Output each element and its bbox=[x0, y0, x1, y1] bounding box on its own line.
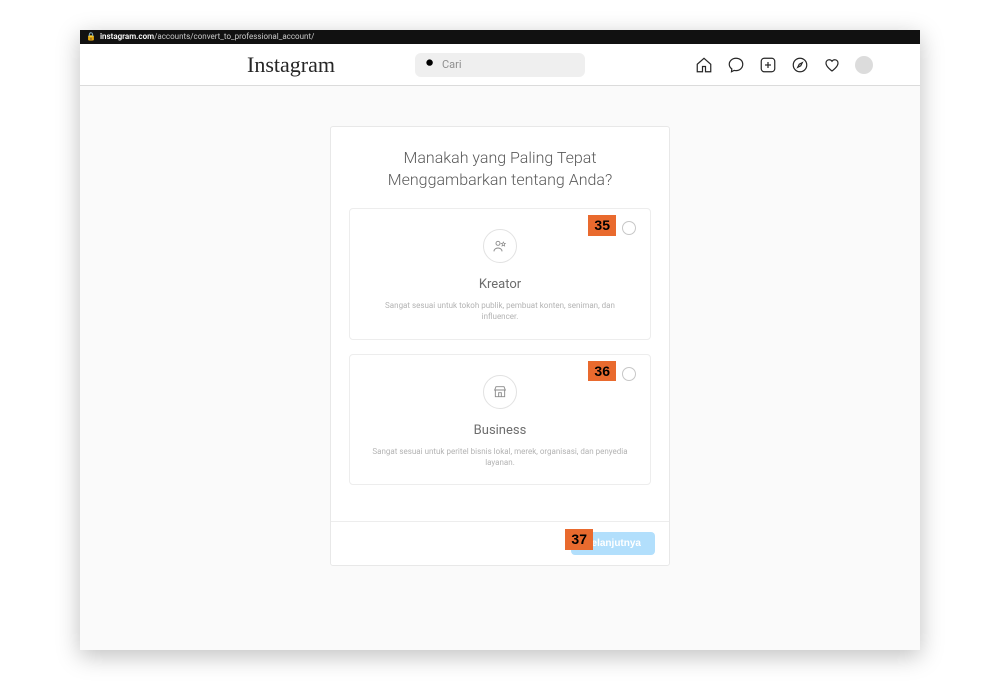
person-star-icon bbox=[483, 229, 517, 263]
option-creator-name: Kreator bbox=[370, 277, 630, 292]
radio-business[interactable] bbox=[622, 367, 636, 381]
option-creator[interactable]: Kreator Sangat sesuai untuk tokoh publik… bbox=[349, 208, 651, 339]
option-business-name: Business bbox=[370, 423, 630, 438]
account-type-card: Manakah yang Paling Tepat Menggambarkan … bbox=[330, 126, 670, 566]
url-path: /accounts/convert_to_professional_accoun… bbox=[154, 30, 314, 44]
annotation-35: 35 bbox=[588, 215, 616, 236]
search-input[interactable]: Cari bbox=[415, 53, 585, 77]
browser-window: 🔒 instagram.com /accounts/convert_to_pro… bbox=[80, 30, 920, 650]
url-domain: instagram.com bbox=[100, 30, 154, 44]
instagram-logo[interactable]: Instagram bbox=[247, 52, 335, 78]
avatar[interactable] bbox=[855, 56, 873, 74]
url-bar: 🔒 instagram.com /accounts/convert_to_pro… bbox=[80, 30, 920, 44]
page-content: Manakah yang Paling Tepat Menggambarkan … bbox=[80, 86, 920, 566]
heart-icon[interactable] bbox=[823, 56, 841, 74]
card-title: Manakah yang Paling Tepat Menggambarkan … bbox=[331, 127, 669, 208]
search-placeholder: Cari bbox=[442, 58, 462, 71]
option-creator-desc: Sangat sesuai untuk tokoh publik, pembua… bbox=[370, 300, 630, 322]
storefront-icon bbox=[483, 375, 517, 409]
home-icon[interactable] bbox=[695, 56, 713, 74]
nav-icons bbox=[695, 56, 873, 74]
search-icon bbox=[425, 58, 436, 72]
messenger-icon[interactable] bbox=[727, 56, 745, 74]
option-business[interactable]: Business Sangat sesuai untuk peritel bis… bbox=[349, 354, 651, 485]
top-nav: Instagram Cari bbox=[80, 44, 920, 86]
card-footer: 37 Selanjutnya bbox=[331, 521, 669, 565]
radio-creator[interactable] bbox=[622, 221, 636, 235]
compass-icon[interactable] bbox=[791, 56, 809, 74]
plus-square-icon[interactable] bbox=[759, 56, 777, 74]
annotation-36: 36 bbox=[588, 361, 616, 382]
annotation-37: 37 bbox=[565, 529, 593, 550]
option-business-desc: Sangat sesuai untuk peritel bisnis lokal… bbox=[370, 446, 630, 468]
